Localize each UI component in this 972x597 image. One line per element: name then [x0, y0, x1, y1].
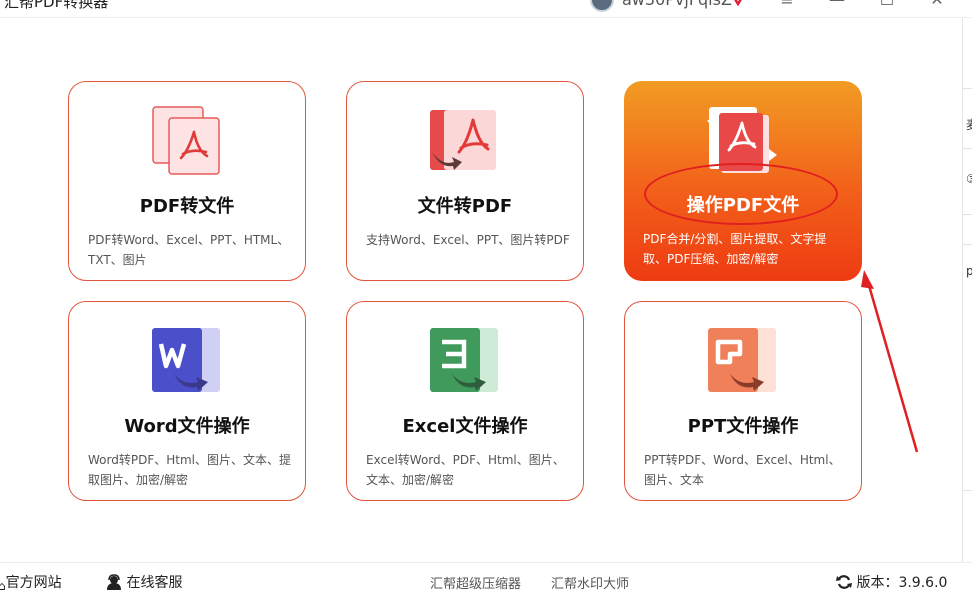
annotation-arrow — [861, 270, 919, 453]
version-info[interactable]: 版本：3.9.6.0 — [836, 572, 947, 592]
version-number: 3.9.6.0 — [898, 575, 948, 591]
compressor-link[interactable]: 汇帮超级压缩器 — [430, 573, 521, 592]
refresh-icon — [836, 575, 852, 589]
version-label: 版本： — [856, 575, 899, 591]
bottom-bar: ⌂官方网站 在线客服 汇帮超级压缩器 汇帮水印大师 版本：3.9.6.0 — [0, 562, 972, 597]
headset-icon — [107, 574, 121, 590]
official-site-label: 官方网站 — [5, 575, 62, 591]
official-site-link[interactable]: ⌂官方网站 — [0, 572, 62, 593]
online-service-label: 在线客服 — [126, 575, 183, 591]
online-service-link[interactable]: 在线客服 — [106, 572, 182, 592]
watermark-link[interactable]: 汇帮水印大师 — [551, 573, 629, 592]
